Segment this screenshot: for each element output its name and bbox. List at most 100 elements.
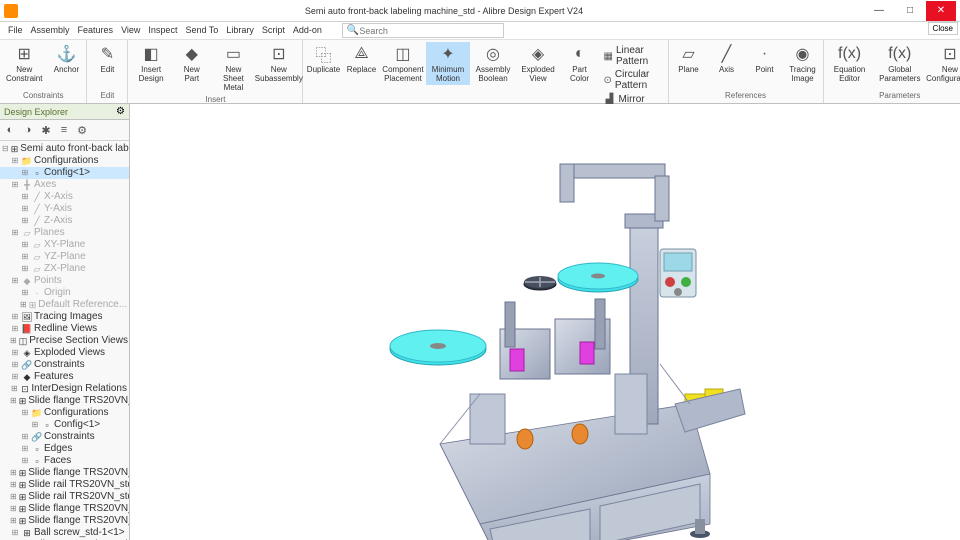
plane-icon: ▱: [679, 44, 699, 64]
tree-item[interactable]: ⊞▫Config<1>: [0, 419, 129, 431]
ribbon-group-references: ▱Plane╱Axis·Point◉Tracing ImageReference…: [669, 40, 824, 103]
tree-item[interactable]: ⊞◫Precise Section Views: [0, 335, 129, 347]
ribbon-btn-equation-editor[interactable]: f(x)Equation Editor: [826, 42, 874, 85]
ribbon-btn-new-configuration[interactable]: ⊡New Configuration: [926, 42, 960, 85]
tracing-image-icon: ◉: [793, 44, 813, 64]
tree-item[interactable]: ⊞◆Points: [0, 275, 129, 287]
sidebar-gear-icon[interactable]: ⚙: [116, 106, 125, 117]
global-parameters-icon: f(x): [890, 44, 910, 64]
menu-library[interactable]: Library: [222, 23, 258, 37]
tree-root[interactable]: ⊟ ⊞ Semi auto front-back labeling machin…: [0, 143, 129, 155]
new-subassembly-icon: ⊡: [269, 44, 289, 64]
insert-design-icon: ◧: [141, 44, 161, 64]
maximize-button[interactable]: □: [895, 1, 925, 21]
window-controls: — □ ✕: [864, 1, 956, 21]
close-button[interactable]: ✕: [926, 1, 956, 21]
menu-file[interactable]: File: [4, 23, 27, 37]
tree-item[interactable]: ⊞⊡InterDesign Relations: [0, 383, 129, 395]
ribbon-btn-global-parameters[interactable]: f(x)Global Parameters: [876, 42, 924, 85]
ribbon-btn-axis[interactable]: ╱Axis: [709, 42, 745, 76]
ribbon-btn-exploded-view[interactable]: ◈Exploded View: [517, 42, 560, 85]
menu-assembly[interactable]: Assembly: [27, 23, 74, 37]
anchor-icon: ⚓: [56, 44, 76, 64]
tree-item[interactable]: ⊞🔗Constraints: [0, 431, 129, 443]
point-icon: ·: [755, 44, 775, 64]
tree-item[interactable]: ⊞⊞Ball screw_std-1<1>: [0, 527, 129, 539]
component-placement-icon: ◫: [393, 44, 413, 64]
menu-features[interactable]: Features: [74, 23, 118, 37]
model-view[interactable]: [130, 104, 960, 540]
ribbon-btn-edit[interactable]: ✎Edit: [89, 42, 125, 76]
main-area: Design Explorer ⚙ ◐◑✱≡⚙ ⊟ ⊞ Semi auto fr…: [0, 104, 960, 540]
tree-item[interactable]: ⊞▱YZ-Plane: [0, 251, 129, 263]
tree-item[interactable]: ⊞📁Configurations: [0, 155, 129, 167]
menu-inspect[interactable]: Inspect: [144, 23, 181, 37]
tree-item[interactable]: ⊞·Origin: [0, 287, 129, 299]
tree-item[interactable]: ⊞╱Z-Axis: [0, 215, 129, 227]
ribbon-btn-component-placement[interactable]: ◫Component Placement: [381, 42, 424, 85]
tree-item[interactable]: ⊞▱XY-Plane: [0, 239, 129, 251]
ribbon-btn-new-part[interactable]: ◆New Part: [174, 42, 210, 85]
ribbon-group-assembly-tools: ⿻Duplicate⟁Replace◫Component Placement✦M…: [303, 40, 668, 103]
3d-viewport[interactable]: [130, 104, 960, 540]
tree-item[interactable]: ⊞⊞Slide flange TRS20VN_std-1<1>: [0, 395, 129, 407]
ribbon-btn-point[interactable]: ·Point: [747, 42, 783, 76]
ribbon-btn-insert-design[interactable]: ◧Insert Design: [130, 42, 171, 85]
ribbon-btn-tracing-image[interactable]: ◉Tracing Image: [785, 42, 821, 85]
tree-item[interactable]: ⊞▫Edges: [0, 443, 129, 455]
tree-item[interactable]: ⊞◈Exploded Views: [0, 347, 129, 359]
menu-view[interactable]: View: [117, 23, 144, 37]
search-input[interactable]: [359, 26, 499, 36]
tree-item[interactable]: ⊞▫Config<1>: [0, 167, 129, 179]
sidebar-title: Design Explorer: [4, 107, 68, 117]
tree-item[interactable]: ⊞⊞Slide rail TRS20VN_std-1<1>: [0, 479, 129, 491]
tree-item[interactable]: ⊞📕Redline Views: [0, 323, 129, 335]
menu-script[interactable]: Script: [258, 23, 289, 37]
ribbon-btn-assembly-boolean[interactable]: ◎Assembly Boolean: [472, 42, 515, 85]
ribbon-btn-minimum-motion[interactable]: ✦Minimum Motion: [426, 42, 469, 85]
ribbon-btn-new-subassembly[interactable]: ⊡New Subassembly: [257, 42, 300, 85]
tree-item[interactable]: ⊞▱Planes: [0, 227, 129, 239]
minimum-motion-icon: ✦: [438, 44, 458, 64]
sidebar-header: Design Explorer ⚙: [0, 104, 129, 120]
sidebar-tool-3[interactable]: ≡: [56, 122, 72, 138]
tree-item[interactable]: ⊞╱X-Axis: [0, 191, 129, 203]
duplicate-icon: ⿻: [313, 44, 333, 64]
tree-item[interactable]: ⊞⊞Slide flange TRS20VN_std-1<2>: [0, 467, 129, 479]
ribbon-btn-anchor[interactable]: ⚓Anchor: [48, 42, 84, 76]
sidebar-tool-0[interactable]: ◐: [2, 122, 18, 138]
tree-item[interactable]: ⊞◆Features: [0, 371, 129, 383]
tree-item[interactable]: ⊞🔗Constraints: [0, 359, 129, 371]
ribbon-btn-new-constraint[interactable]: ⊞New Constraint: [2, 42, 46, 85]
tree-item[interactable]: ⊞⊞Slide flange TRS20VN_std-1<4>: [0, 515, 129, 527]
ribbon-btn-new-sheet-metal[interactable]: ▭New Sheet Metal: [212, 42, 255, 94]
ribbon: ⊞New Constraint⚓AnchorConstraints✎EditEd…: [0, 40, 960, 104]
design-tree[interactable]: ⊟ ⊞ Semi auto front-back labeling machin…: [0, 141, 129, 540]
ribbon-btn-replace[interactable]: ⟁Replace: [343, 42, 379, 76]
menu-add-on[interactable]: Add-on: [289, 23, 326, 37]
sidebar-tool-2[interactable]: ✱: [38, 122, 54, 138]
replace-icon: ⟁: [351, 44, 371, 64]
minimize-button[interactable]: —: [864, 1, 894, 21]
ribbon-btn-part-color[interactable]: ◐Part Color: [562, 42, 598, 85]
ribbon-item-circular-pattern[interactable]: ⊙Circular Pattern: [602, 68, 664, 92]
tree-item[interactable]: ⊞╱Y-Axis: [0, 203, 129, 215]
sidebar-tool-1[interactable]: ◑: [20, 122, 36, 138]
tree-item[interactable]: ⊞▱ZX-Plane: [0, 263, 129, 275]
ribbon-group-constraints: ⊞New Constraint⚓AnchorConstraints: [0, 40, 87, 103]
design-explorer-panel: Design Explorer ⚙ ◐◑✱≡⚙ ⊟ ⊞ Semi auto fr…: [0, 104, 130, 540]
ribbon-item-linear-pattern[interactable]: ▦Linear Pattern: [602, 44, 664, 68]
tree-item[interactable]: ⊞⊞Default Reference...: [0, 299, 129, 311]
tree-item[interactable]: ⊞⊞Slide flange TRS20VN_std-1<3>: [0, 503, 129, 515]
sidebar-tool-4[interactable]: ⚙: [74, 122, 90, 138]
tree-item[interactable]: ⊞📁Configurations: [0, 407, 129, 419]
tree-item[interactable]: ⊞🖼Tracing Images: [0, 311, 129, 323]
close-tooltip: Close: [928, 22, 958, 35]
tree-item[interactable]: ⊞⊞Slide rail TRS20VN_std-1<2>: [0, 491, 129, 503]
ribbon-btn-duplicate[interactable]: ⿻Duplicate: [305, 42, 341, 76]
tree-item[interactable]: ⊞╋Axes: [0, 179, 129, 191]
ribbon-btn-plane[interactable]: ▱Plane: [671, 42, 707, 76]
tree-item[interactable]: ⊞▫Faces: [0, 455, 129, 467]
search-box[interactable]: 🔍: [342, 23, 504, 38]
menu-sendto[interactable]: Send To: [181, 23, 222, 37]
